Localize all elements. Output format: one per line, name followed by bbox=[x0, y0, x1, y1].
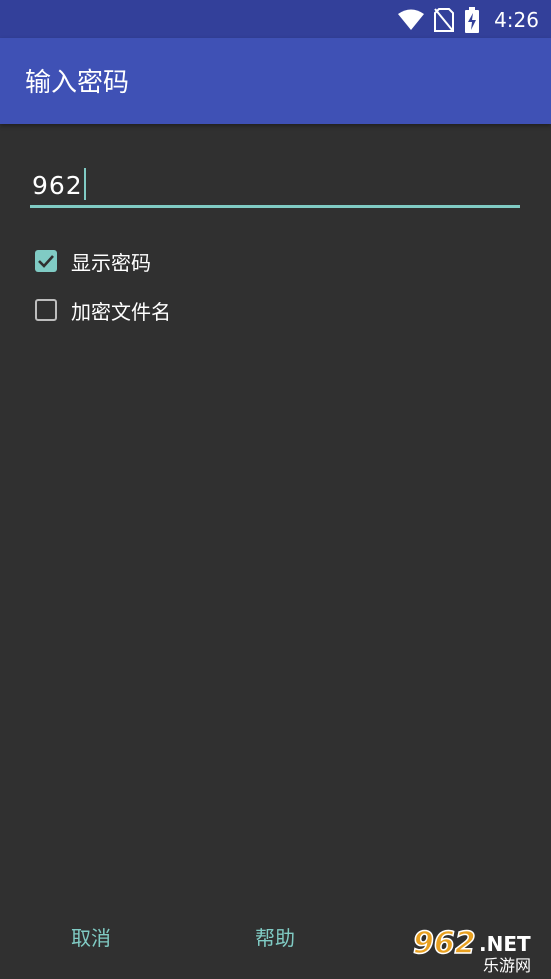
wifi-icon bbox=[398, 9, 425, 30]
watermark-tagline: 乐游网 bbox=[483, 956, 531, 975]
clock: 4:26 bbox=[494, 8, 539, 32]
watermark-logo: 962 .NET 乐游网 bbox=[412, 925, 531, 975]
checkbox-checked-icon bbox=[35, 250, 57, 272]
encrypt-filename-label: 加密文件名 bbox=[71, 299, 171, 324]
no-sim-icon bbox=[434, 8, 455, 32]
checkbox-unchecked-icon bbox=[35, 299, 57, 321]
watermark-suffix: .NET bbox=[479, 932, 531, 956]
text-caret bbox=[83, 168, 86, 200]
battery-charging-icon bbox=[465, 7, 480, 33]
encrypt-filename-checkbox[interactable]: 加密文件名 bbox=[35, 294, 171, 326]
cancel-button[interactable]: 取消 bbox=[71, 922, 111, 951]
status-bar: 4:26 bbox=[0, 0, 551, 38]
help-button[interactable]: 帮助 bbox=[255, 922, 295, 951]
password-value-wrap: 962 bbox=[32, 168, 86, 200]
page-title: 输入密码 bbox=[25, 68, 130, 98]
input-underline bbox=[30, 205, 520, 208]
app-bar: 输入密码 bbox=[0, 38, 551, 124]
password-input[interactable]: 962 bbox=[30, 160, 520, 208]
show-password-checkbox[interactable]: 显示密码 bbox=[35, 245, 151, 277]
password-value: 962 bbox=[32, 171, 83, 200]
show-password-label: 显示密码 bbox=[71, 250, 151, 275]
status-icons: 4:26 bbox=[398, 6, 539, 34]
watermark-number: 962 bbox=[413, 926, 476, 961]
